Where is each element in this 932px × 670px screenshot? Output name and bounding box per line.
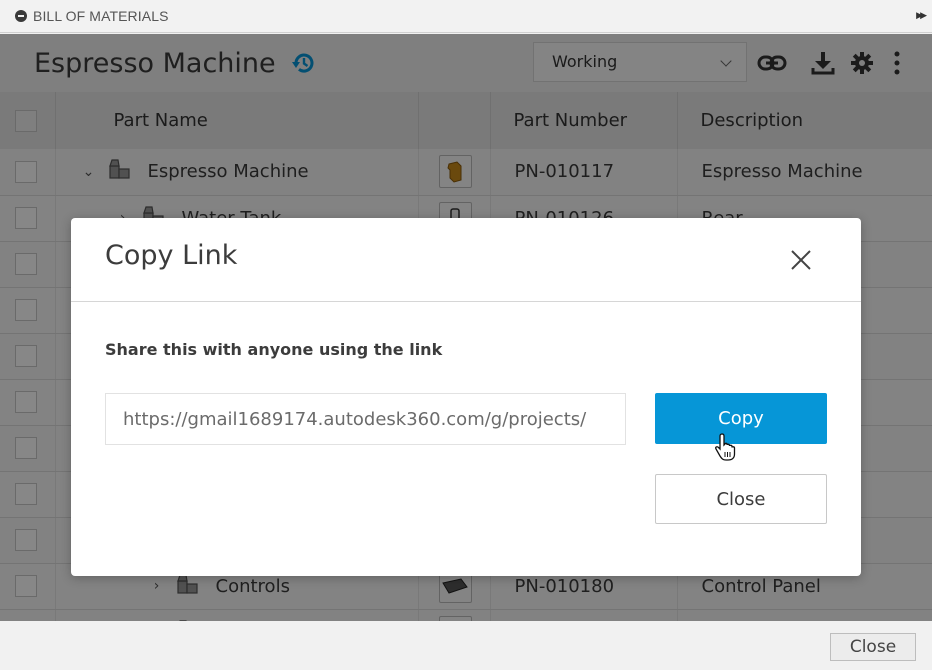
copy-button[interactable]: Copy	[655, 393, 827, 444]
close-icon[interactable]	[789, 248, 813, 272]
dialog-close-button[interactable]: Close	[655, 474, 827, 524]
fast-forward-icon[interactable]: ▶▶	[916, 11, 927, 21]
share-label: Share this with anyone using the link	[105, 340, 443, 359]
panel-titlebar: BILL OF MATERIALS ▶▶	[0, 0, 932, 33]
panel-close-button[interactable]: Close	[830, 633, 916, 661]
dialog-title: Copy Link	[105, 240, 238, 271]
link-input[interactable]	[105, 393, 626, 445]
panel-title: BILL OF MATERIALS	[33, 8, 169, 24]
copy-link-dialog: Copy Link Share this with anyone using t…	[71, 218, 861, 576]
panel-footer: Close	[0, 621, 932, 670]
dialog-header: Copy Link	[71, 218, 861, 302]
minus-circle-icon[interactable]	[15, 10, 27, 22]
